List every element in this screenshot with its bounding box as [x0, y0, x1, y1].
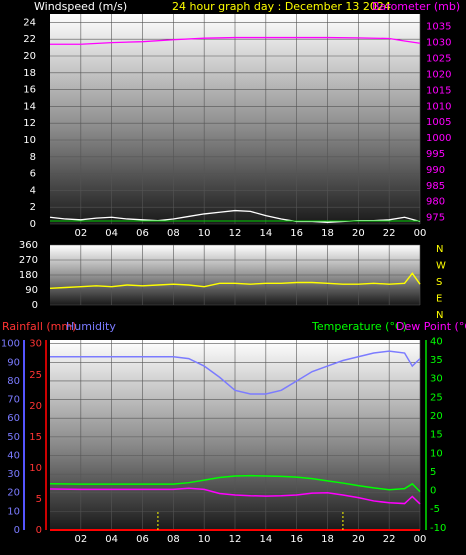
humidity-tick-label: 50 [7, 432, 20, 443]
x-tick-label: 16 [290, 534, 303, 545]
windspeed-tick-label: 14 [23, 101, 36, 112]
temperature-tick-label: 15 [430, 430, 443, 441]
temperature-tick-label: 30 [430, 374, 443, 385]
temperature-tick-label: -5 [430, 504, 440, 515]
barometer-tick-label: 1010 [426, 101, 451, 112]
rainfall-tick-label: 20 [29, 401, 42, 412]
direction-tick-label: 360 [19, 240, 38, 251]
temperature-axis-label: Temperature (°C) [311, 320, 407, 333]
barometer-axis-label: Barometer (mb) [372, 0, 460, 13]
compass-label: W [436, 261, 446, 272]
windspeed-tick-label: 0 [30, 219, 36, 230]
x-tick-label: 20 [352, 534, 365, 545]
direction-tick-label: 90 [25, 285, 38, 296]
barometer-tick-label: 1005 [426, 117, 451, 128]
barometer-tick-label: 1015 [426, 85, 451, 96]
x-tick-label: 02 [74, 534, 87, 545]
humidity-tick-label: 100 [1, 339, 20, 350]
temperature-tick-label: 5 [430, 467, 436, 478]
compass-label: S [436, 277, 442, 288]
x-tick-label: 00 [414, 534, 427, 545]
barometer-tick-label: 1025 [426, 54, 451, 65]
barometer-tick-label: 1020 [426, 69, 451, 80]
barometer-tick-label: 1035 [426, 22, 451, 33]
barometer-tick-label: 990 [426, 165, 445, 176]
windspeed-tick-label: 10 [23, 135, 36, 146]
humidity-tick-label: 90 [7, 357, 20, 368]
temperature-tick-label: 0 [430, 486, 436, 497]
x-tick-label: 12 [229, 534, 242, 545]
temperature-tick-label: 40 [430, 336, 443, 347]
x-tick-label: 08 [167, 228, 180, 239]
x-tick-label: 10 [198, 228, 211, 239]
windspeed-tick-label: 4 [30, 185, 36, 196]
dewpoint-axis-label: Dew Point (°C) [396, 320, 466, 333]
windspeed-tick-label: 24 [23, 17, 36, 28]
humidity-tick-label: 60 [7, 413, 20, 424]
compass-label: N [436, 244, 443, 255]
windspeed-tick-label: 2 [30, 202, 36, 213]
temperature-tick-label: 35 [430, 355, 443, 366]
x-tick-label: 16 [290, 228, 303, 239]
barometer-tick-label: 975 [426, 213, 445, 224]
x-tick-label: 06 [136, 534, 149, 545]
humidity-tick-label: 20 [7, 488, 20, 499]
direction-tick-label: 180 [19, 270, 38, 281]
x-tick-label: 06 [136, 228, 149, 239]
x-tick-label: 18 [321, 534, 334, 545]
barometer-tick-label: 995 [426, 149, 445, 160]
humidity-tick-label: 10 [7, 506, 20, 517]
x-tick-label: 22 [383, 534, 396, 545]
rainfall-tick-label: 5 [36, 494, 42, 505]
x-tick-label: 08 [167, 534, 180, 545]
temperature-tick-label: -10 [430, 523, 446, 534]
windspeed-tick-label: 16 [23, 85, 36, 96]
x-tick-label: 04 [105, 228, 118, 239]
compass-label: N [436, 310, 443, 321]
windspeed-tick-label: 6 [30, 169, 36, 180]
direction-tick-label: 0 [32, 300, 38, 311]
temperature-tick-label: 25 [430, 392, 443, 403]
rainfall-tick-label: 10 [29, 463, 42, 474]
x-tick-label: 12 [229, 228, 242, 239]
windspeed-tick-label: 18 [23, 68, 36, 79]
compass-label: E [436, 294, 442, 305]
barometer-tick-label: 980 [426, 197, 445, 208]
windspeed-tick-label: 8 [30, 152, 36, 163]
rainfall-tick-label: 0 [36, 525, 42, 536]
windspeed-tick-label: 22 [23, 34, 36, 45]
x-tick-label: 20 [352, 228, 365, 239]
temperature-tick-label: 20 [430, 411, 443, 422]
windspeed-tick-label: 12 [23, 118, 36, 129]
x-tick-label: 04 [105, 534, 118, 545]
temperature-tick-label: 10 [430, 448, 443, 459]
humidity-tick-label: 40 [7, 450, 20, 461]
x-tick-label: 14 [259, 228, 272, 239]
rainfall-tick-label: 15 [29, 432, 42, 443]
humidity-tick-label: 30 [7, 469, 20, 480]
x-tick-label: 02 [74, 228, 87, 239]
graph-title: 24 hour graph day : December 13 2024 [172, 0, 391, 13]
barometer-tick-label: 1030 [426, 38, 451, 49]
humidity-axis-label: Humidity [66, 320, 116, 333]
barometer-tick-label: 985 [426, 181, 445, 192]
x-tick-label: 00 [414, 228, 427, 239]
windspeed-axis-label: Windspeed (m/s) [34, 0, 127, 13]
rainfall-tick-label: 30 [29, 339, 42, 350]
humidity-tick-label: 70 [7, 395, 20, 406]
x-tick-label: 22 [383, 228, 396, 239]
humidity-tick-label: 80 [7, 376, 20, 387]
weather-24h-graph: Windspeed (m/s) 24 hour graph day : Dece… [1, 0, 466, 545]
x-tick-label: 18 [321, 228, 334, 239]
barometer-tick-label: 1000 [426, 133, 451, 144]
x-tick-label: 10 [198, 534, 211, 545]
rainfall-tick-label: 25 [29, 370, 42, 381]
x-tick-label: 14 [259, 534, 272, 545]
windspeed-tick-label: 20 [23, 51, 36, 62]
humidity-tick-label: 0 [14, 525, 20, 536]
direction-tick-label: 270 [19, 255, 38, 266]
